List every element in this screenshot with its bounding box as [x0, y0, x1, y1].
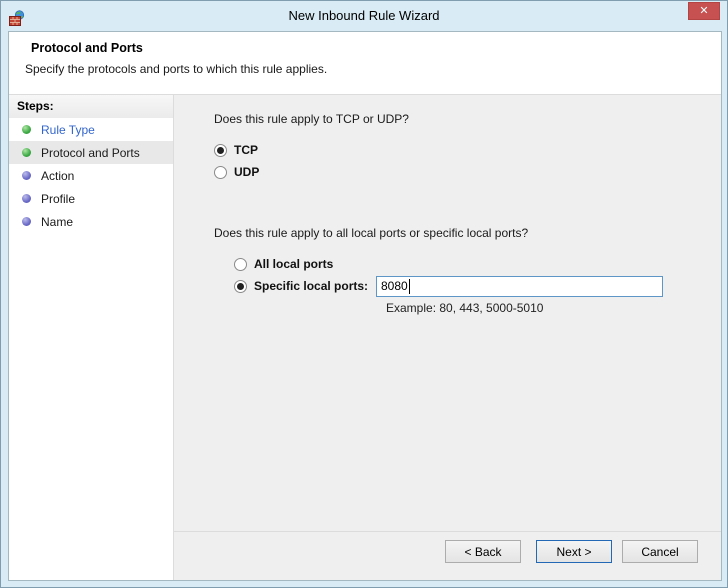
- specific-ports-input[interactable]: [376, 275, 663, 297]
- sidebar-item-protocol-and-ports[interactable]: Protocol and Ports: [9, 141, 173, 164]
- protocol-question: Does this rule apply to TCP or UDP?: [214, 112, 409, 126]
- close-icon: ✕: [699, 4, 709, 17]
- content-pane: Does this rule apply to TCP or UDP? TCP …: [174, 95, 721, 531]
- radio-udp-icon[interactable]: [214, 165, 227, 179]
- wizard-footer: < Back Next > Cancel: [174, 531, 721, 580]
- radio-all-ports-label: All local ports: [254, 257, 334, 271]
- step-done-bullet-icon: [22, 148, 31, 157]
- step-done-bullet-icon: [22, 125, 31, 134]
- radio-all-ports-icon[interactable]: [234, 257, 247, 271]
- step-label: Profile: [41, 191, 76, 206]
- radio-tcp-icon[interactable]: [214, 143, 227, 157]
- firewall-icon: [9, 7, 25, 26]
- radio-option-specific-local-ports[interactable]: Specific local ports:: [234, 275, 701, 297]
- radio-option-tcp[interactable]: TCP: [214, 140, 701, 160]
- back-button[interactable]: < Back: [445, 540, 521, 563]
- window-title: New Inbound Rule Wizard: [288, 8, 440, 23]
- wizard-window: New Inbound Rule Wizard ✕ Protocol and P…: [0, 0, 728, 588]
- steps-heading: Steps:: [9, 95, 173, 118]
- radio-option-all-local-ports[interactable]: All local ports: [234, 254, 701, 274]
- sidebar-item-profile[interactable]: Profile: [9, 187, 173, 210]
- sidebar-item-action[interactable]: Action: [9, 164, 173, 187]
- protocol-radio-group: TCP UDP: [214, 140, 701, 182]
- wizard-header: Protocol and Ports Specify the protocols…: [9, 32, 721, 95]
- close-button[interactable]: ✕: [688, 2, 720, 20]
- radio-udp-label: UDP: [234, 165, 260, 179]
- step-pending-bullet-icon: [22, 171, 31, 180]
- ports-question: Does this rule apply to all local ports …: [214, 226, 529, 240]
- step-pending-bullet-icon: [22, 194, 31, 203]
- sidebar-item-name[interactable]: Name: [9, 210, 173, 233]
- titlebar: New Inbound Rule Wizard ✕: [1, 1, 727, 31]
- radio-specific-ports-icon[interactable]: [234, 279, 247, 293]
- radio-option-udp[interactable]: UDP: [214, 162, 701, 182]
- text-caret: [409, 278, 410, 294]
- radio-specific-ports-label: Specific local ports:: [254, 279, 369, 293]
- radio-tcp-label: TCP: [234, 143, 258, 157]
- wizard-dialog: Protocol and Ports Specify the protocols…: [8, 31, 722, 581]
- step-pending-bullet-icon: [22, 217, 31, 226]
- next-button[interactable]: Next >: [536, 540, 612, 563]
- specific-ports-textbox: [376, 275, 663, 297]
- step-label: Rule Type: [41, 122, 95, 137]
- sidebar-item-rule-type[interactable]: Rule Type: [9, 118, 173, 141]
- page-title: Protocol and Ports: [31, 41, 143, 55]
- step-label: Protocol and Ports: [41, 145, 140, 160]
- ports-radio-group: All local ports Specific local ports:: [234, 254, 701, 297]
- cancel-button[interactable]: Cancel: [622, 540, 698, 563]
- step-label: Action: [41, 168, 75, 183]
- step-label: Name: [41, 214, 74, 229]
- steps-sidebar: Steps: Rule Type Protocol and Ports Acti…: [9, 95, 174, 580]
- ports-example-text: Example: 80, 443, 5000-5010: [386, 301, 544, 315]
- page-subtitle: Specify the protocols and ports to which…: [25, 62, 328, 76]
